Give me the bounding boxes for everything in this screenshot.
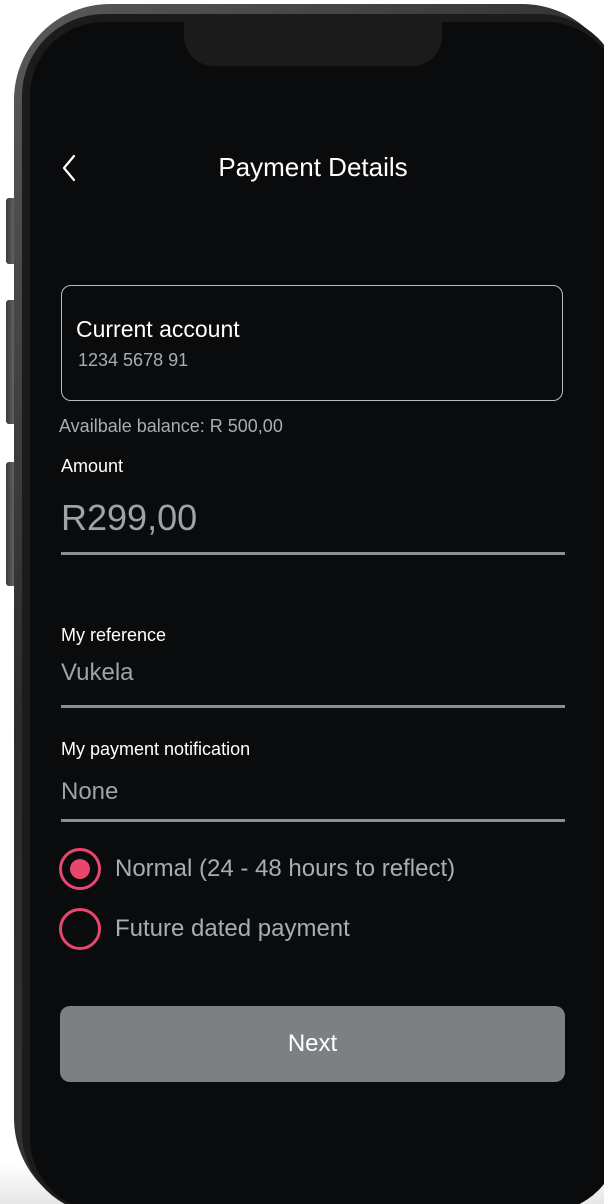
account-selector[interactable]: Current account 1234 5678 91 (61, 285, 563, 401)
radio-dot (70, 859, 90, 879)
amount-underline (61, 552, 565, 555)
radio-normal-payment[interactable]: Normal (24 - 48 hours to reflect) (59, 848, 539, 892)
reference-label: My reference (61, 625, 167, 645)
page-title: Payment Details (218, 152, 408, 182)
amount-input[interactable]: R299,00 (61, 497, 197, 539)
radio-button-selected[interactable] (59, 848, 101, 890)
account-number: 1234 5678 91 (78, 350, 189, 370)
notification-underline (61, 819, 565, 822)
phone-notch (184, 22, 442, 66)
radio-label-future: Future dated payment (115, 915, 350, 942)
stage: Payment Details Current account 1234 567… (0, 0, 604, 1204)
radio-label-normal: Normal (24 - 48 hours to reflect) (115, 855, 456, 882)
amount-label: Amount (61, 456, 124, 476)
available-balance: Availbale balance: R 500,00 (59, 416, 283, 436)
radio-button-unselected[interactable] (59, 908, 101, 950)
phone-screen: Payment Details Current account 1234 567… (30, 22, 604, 1204)
account-name: Current account (76, 316, 240, 342)
reference-underline (61, 705, 565, 708)
notification-input[interactable]: None (61, 778, 118, 806)
next-button[interactable]: Next (60, 1006, 565, 1082)
notification-label: My payment notification (61, 739, 251, 759)
reference-input[interactable]: Vukela (61, 659, 134, 687)
radio-future-dated-payment[interactable]: Future dated payment (59, 908, 419, 952)
